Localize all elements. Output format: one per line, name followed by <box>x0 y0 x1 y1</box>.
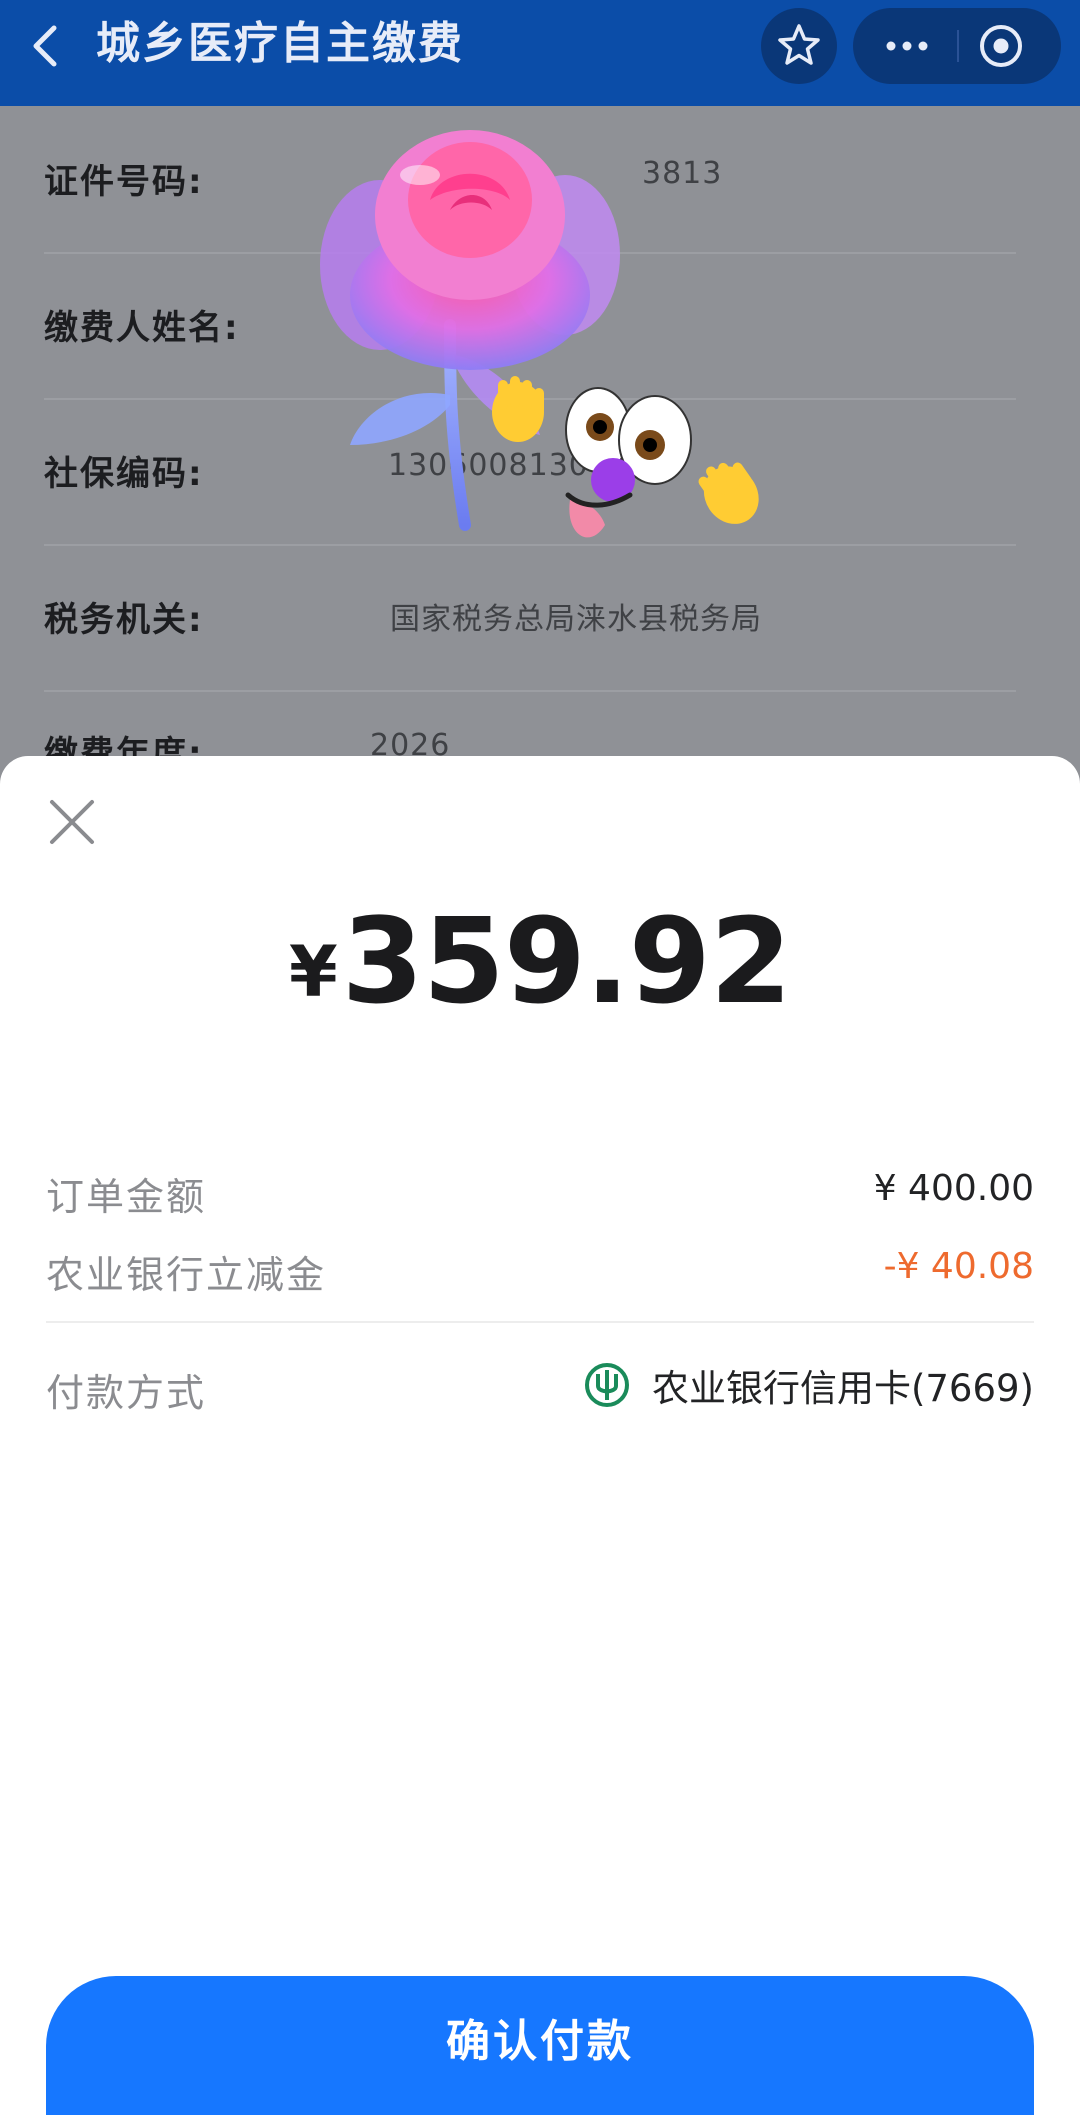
order-amount-value: ¥ 400.00 <box>873 1168 1034 1209</box>
page-title: 城乡医疗自主缴费 <box>96 18 464 69</box>
order-amount-label: 订单金额 <box>46 1175 207 1219</box>
order-amount-row: 订单金额 ¥ 400.00 <box>46 1158 1034 1219</box>
discount-label: 农业银行立减金 <box>46 1253 327 1297</box>
form-label: 社保编码: <box>44 454 204 494</box>
back-button[interactable] <box>18 18 74 74</box>
form-label: 缴费人姓名: <box>44 308 240 348</box>
payment-method-label: 付款方式 <box>46 1371 207 1415</box>
close-icon <box>50 800 94 844</box>
payment-amount: ¥359.92 <box>0 892 1080 1030</box>
currency-symbol: ¥ <box>288 931 338 1013</box>
mini-program-capsule <box>853 8 1061 84</box>
discount-row: 农业银行立减金 -¥ 40.08 <box>46 1236 1034 1297</box>
payment-method-selector[interactable]: 农业银行信用卡(7669) <box>584 1360 1034 1410</box>
exit-mini-program-button[interactable] <box>959 8 1061 84</box>
target-circle-icon <box>980 25 1022 67</box>
payment-sheet: ¥359.92 订单金额 ¥ 400.00 农业银行立减金 -¥ 40.08 付… <box>0 756 1080 2115</box>
more-button[interactable] <box>853 8 957 84</box>
star-icon <box>778 24 820 65</box>
payment-method-row[interactable]: 付款方式 农业银行信用卡(7669) <box>46 1354 1034 1415</box>
discount-value: -¥ 40.08 <box>883 1246 1034 1287</box>
app-header: 城乡医疗自主缴费 <box>0 0 1080 106</box>
amount-value: 359.92 <box>341 892 792 1030</box>
confirm-payment-button[interactable]: 确认付款 <box>46 1976 1034 2115</box>
chevron-left-icon <box>33 25 57 67</box>
form-label: 证件号码: <box>44 162 204 202</box>
form-value: 国家税务总局涞水县税务局 <box>390 602 762 637</box>
favorite-button[interactable] <box>761 8 837 84</box>
payment-method-value: 农业银行信用卡(7669) <box>651 1367 1034 1410</box>
form-label: 税务机关: <box>44 600 204 640</box>
divider <box>46 1321 1034 1323</box>
more-dots-icon <box>886 41 928 51</box>
close-button[interactable] <box>44 794 100 850</box>
abc-bank-icon <box>584 1363 629 1407</box>
rose-and-face-sticker <box>320 130 759 538</box>
